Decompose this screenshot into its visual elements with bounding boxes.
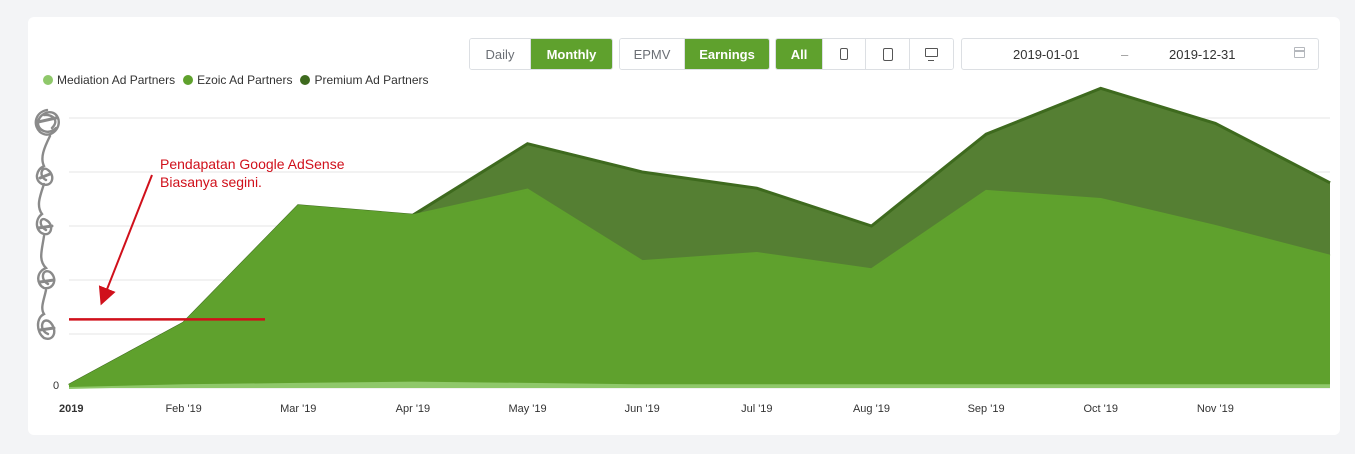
x-tick-label: Aug '19 (853, 403, 890, 415)
series-areas (68, 86, 1331, 389)
x-tick-label: Sep '19 (968, 403, 1005, 415)
annotation-line-1: Pendapatan Google AdSense (160, 156, 345, 172)
y-axis: 0 (53, 380, 59, 392)
x-tick-label: Jun '19 (625, 403, 660, 415)
x-axis: 2019 Feb '19 Mar '19 Apr '19 May '19 Jun '19 J… (59, 403, 1234, 415)
x-tick-label: Feb '19 (165, 403, 201, 415)
y-tick-label: 0 (53, 380, 59, 392)
annotation-text: Pendapatan Google AdSense Biasanya segin… (160, 155, 345, 191)
x-tick-label: Oct '19 (1083, 403, 1118, 415)
x-tick-label: May '19 (508, 403, 546, 415)
x-tick-label: Mar '19 (280, 403, 316, 415)
x-tick-label: 2019 (59, 403, 83, 415)
redacted-y-axis-scribble (34, 108, 60, 340)
earnings-area-chart: 2019 Feb '19 Mar '19 Apr '19 May '19 Jun '19 J… (34, 86, 1331, 415)
x-tick-label: Apr '19 (396, 403, 431, 415)
x-tick-label: Jul '19 (741, 403, 772, 415)
x-tick-label: Nov '19 (1197, 403, 1234, 415)
annotation-arrow (98, 174, 153, 306)
annotation-line-2: Biasanya segini. (160, 174, 262, 190)
